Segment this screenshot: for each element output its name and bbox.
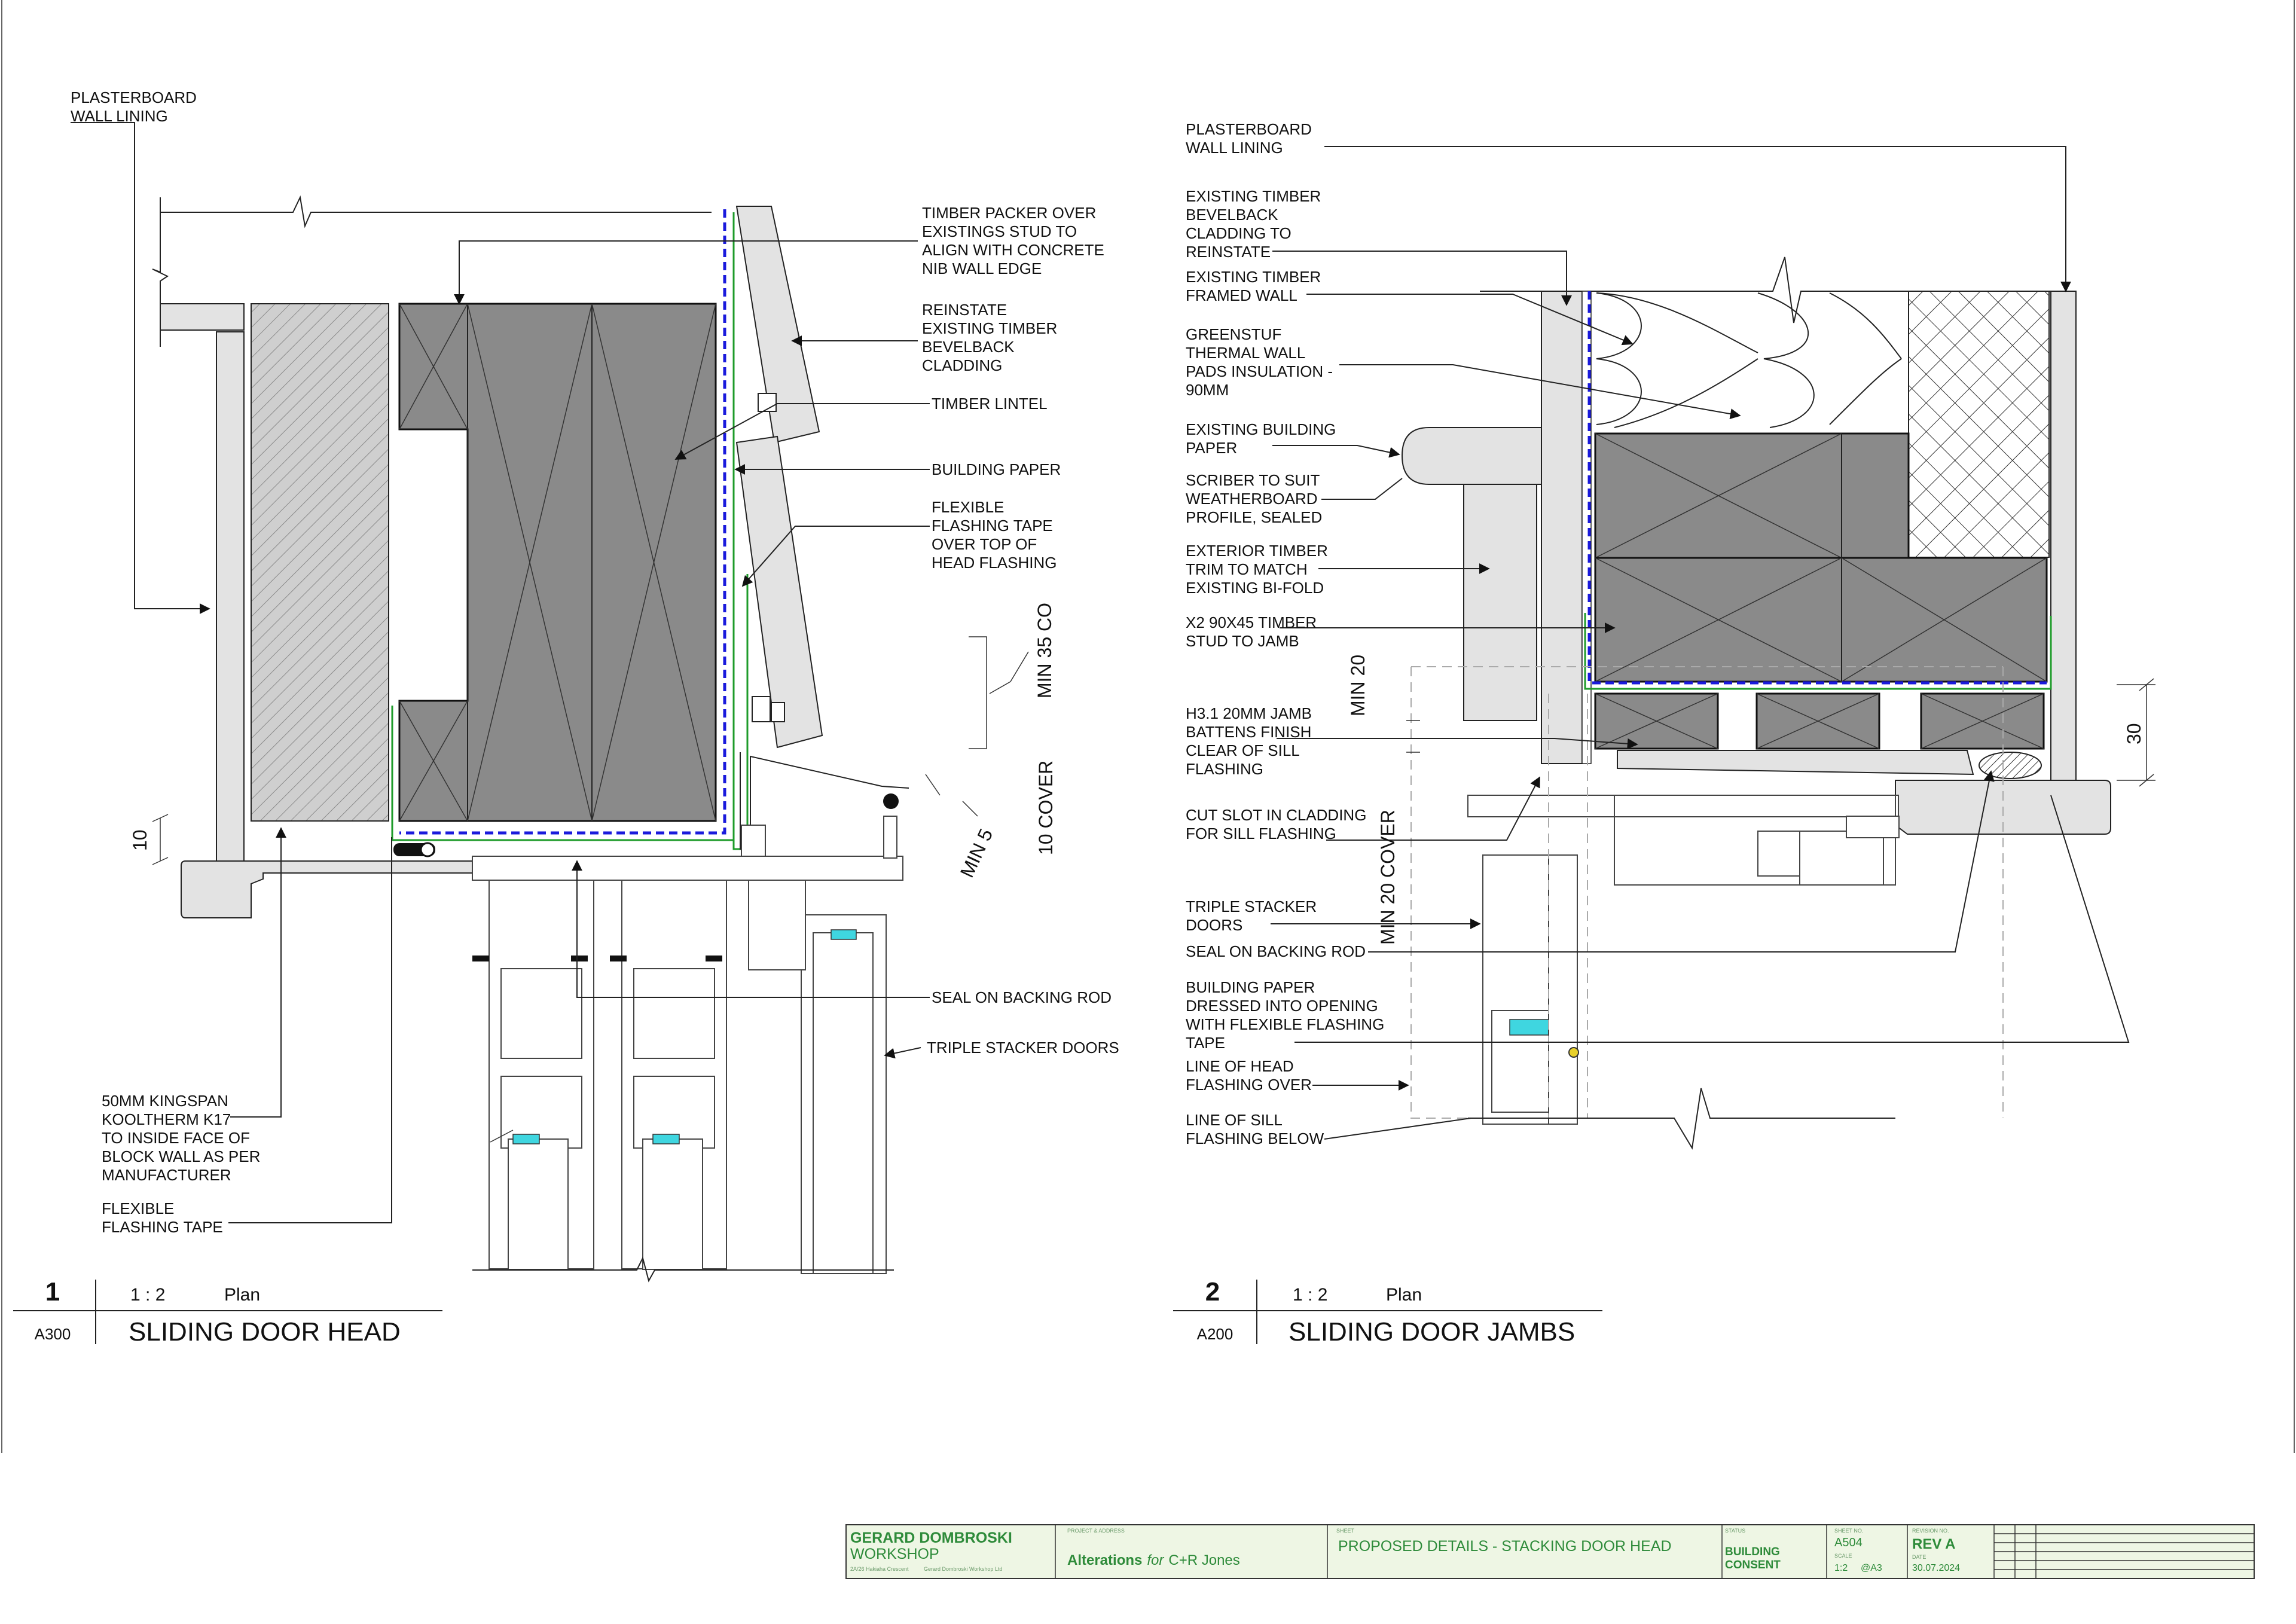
head-track (472, 856, 903, 881)
label-building-paper: BUILDING PAPER (932, 460, 1061, 478)
tb-company-address: 2A/26 Hakiaha Crescent (850, 1566, 909, 1572)
kingspan-insulation (251, 303, 389, 822)
detail-2-view: Plan (1386, 1285, 1422, 1305)
label-timber-lintel: TIMBER LINTEL (932, 395, 1048, 413)
detail-1-sheet-ref: A300 (35, 1325, 71, 1343)
title-block: GERARD DOMBROSKI WORKSHOP 2A/26 Hakiaha … (845, 1524, 2255, 1579)
tb-revision-caption: REVISION NO. (1912, 1528, 1949, 1534)
detail-2-number: 2 (1205, 1277, 1220, 1306)
tb-company: GERARD DOMBROSKI (850, 1530, 1012, 1546)
tb-project-caption: PROJECT & ADDRESS (1067, 1528, 1125, 1534)
hatched-lining (1908, 291, 2050, 558)
label-timber-stud: X2 90X45 TIMBER STUD TO JAMB (1186, 613, 1317, 650)
label-scriber: SCRIBER TO SUIT WEATHERBOARD PROFILE, SEAL… (1186, 471, 1322, 526)
label-cut-slot: CUT SLOT IN CLADDING FOR SILL FLASHING (1186, 806, 1366, 842)
door-panel-3 (748, 880, 887, 1274)
plasterboard-lining-jamb (2050, 291, 2077, 794)
detail-2-title-text: SLIDING DOOR JAMBS (1289, 1317, 1575, 1347)
label-existing-building-paper: EXISTING BUILDING PAPER (1186, 420, 1336, 457)
dim-10: 10 (129, 829, 151, 851)
tb-sheet-no-caption: SHEET NO. (1834, 1528, 1863, 1534)
detail-sliding-door-jambs: PLASTERBOARD WALL LINING EXISTING TIMBER B… (1173, 120, 2155, 1347)
detail-sliding-door-head: PLASTERBOARD WALL LINING TIMBER PACKER OV… (13, 88, 1119, 1347)
label-kingspan: 50MM KINGSPAN KOOLTHERM K17 TO INSIDE FACE… (102, 1092, 260, 1184)
stacker-door-2 (1548, 854, 1578, 1125)
label-exterior-trim: EXTERIOR TIMBER TRIM TO MATCH EXISTING BI-… (1186, 542, 1328, 597)
tb-date: 30.07.2024 (1912, 1563, 1960, 1573)
label-plasterboard-jamb: PLASTERBOARD WALL LINING (1186, 120, 1312, 157)
jamb-battens (1594, 692, 2045, 750)
dim-10-cover: 10 COVER (1035, 761, 1057, 855)
bevelback-board-lower (735, 435, 823, 749)
plasterboard-lining (216, 331, 245, 874)
drawing-sheet: PLASTERBOARD WALL LINING TIMBER PACKER OV… (1, 0, 2295, 1579)
dim-min-35: MIN 35 CO (1034, 603, 1055, 698)
detail-1-number: 1 (45, 1277, 60, 1306)
head-trim (181, 860, 479, 918)
door-panel-2 (621, 880, 727, 1270)
tb-paper: @A3 (1861, 1563, 1882, 1573)
door-panel-1 (488, 880, 594, 1270)
tb-sheet-caption: SHEET (1336, 1528, 1355, 1534)
backing-rod-jamb (1979, 752, 2042, 779)
tb-status: BUILDING CONSENT (1725, 1546, 1781, 1571)
tb-scale-caption: SCALE (1834, 1553, 1852, 1559)
label-seal-backing-rod-jamb: SEAL ON BACKING ROD (1186, 942, 1366, 960)
plasterboard-head (160, 303, 245, 331)
label-flexible-flashing-tape: FLEXIBLE FLASHING TAPE (102, 1199, 223, 1236)
exterior-timber-trim (1463, 481, 1537, 721)
timber-lintel (398, 303, 717, 822)
label-paper-dressed: BUILDING PAPER DRESSED INTO OPENING WITH F… (1186, 978, 1384, 1052)
detail-1-scale: 1 : 2 (130, 1285, 165, 1305)
tb-date-caption: DATE (1912, 1554, 1926, 1560)
dim-min-20: MIN 20 (1347, 655, 1369, 716)
label-reinstate-cladding: REINSTATE EXISTING TIMBER BEVELBACK CLADDIN… (922, 301, 1057, 374)
scriber (1401, 427, 1542, 485)
tb-company-ltd: Gerard Dombroski Workshop Ltd (924, 1566, 1002, 1572)
detail-2-scale: 1 : 2 (1293, 1285, 1327, 1305)
tb-sheet-title: PROPOSED DETAILS - STACKING DOOR HEAD (1338, 1538, 1672, 1555)
line-head-flashing (1410, 667, 1468, 1119)
label-plasterboard: PLASTERBOARD WALL LINING (71, 88, 197, 125)
dim-min-20-cover: MIN 20 COVER (1377, 810, 1399, 945)
label-sill-flashing-line: LINE OF SILL FLASHING BELOW (1186, 1111, 1324, 1147)
detail-1-view: Plan (224, 1285, 260, 1305)
label-timber-packer: TIMBER PACKER OVER EXISTINGS STUD TO ALIGN… (922, 204, 1104, 277)
label-seal-backing-rod: SEAL ON BACKING ROD (932, 988, 1112, 1006)
label-flashing-tape-top: FLEXIBLE FLASHING TAPE OVER TOP OF HEAD FLA… (932, 498, 1057, 572)
tb-project: Alterations for C+R Jones (1067, 1552, 1240, 1568)
tb-company-sub: WORKSHOP (850, 1546, 939, 1562)
detail-2-sheet-ref: A200 (1197, 1325, 1234, 1343)
detail-1-title: 1 1 : 2 Plan A300 SLIDING DOOR HEAD (13, 1277, 442, 1347)
tb-scale: 1:2 (1834, 1563, 1848, 1573)
label-framed-wall: EXISTING TIMBER FRAMED WALL (1186, 268, 1321, 304)
insulation-pads (1596, 292, 1758, 428)
dim-min-5: MIN 5 (956, 825, 997, 881)
label-triple-stacker: TRIPLE STACKER DOORS (927, 1039, 1119, 1057)
detail-1-title-text: SLIDING DOOR HEAD (129, 1317, 401, 1347)
detail-2-title: 2 1 : 2 Plan A200 SLIDING DOOR JAMBS (1173, 1277, 1602, 1347)
label-jamb-battens: H3.1 20MM JAMB BATTENS FINISH CLEAR OF SIL… (1186, 704, 1312, 778)
seal-dot-right (883, 793, 899, 809)
dim-30: 30 (2123, 723, 2145, 744)
label-greenstuf: GREENSTUF THERMAL WALL PADS INSULATION -90… (1186, 325, 1333, 399)
tb-status-caption: STATUS (1725, 1528, 1745, 1534)
label-triple-stacker-jamb: TRIPLE STACKER DOORS (1186, 898, 1317, 934)
label-head-flashing-line: LINE OF HEAD FLASHING OVER (1186, 1057, 1312, 1094)
label-bevelback: EXISTING TIMBER BEVELBACK CLADDING TO REINS… (1186, 187, 1321, 261)
wall-break-line (160, 195, 712, 228)
sill-flashing (1617, 750, 1974, 776)
tb-sheet-no: A504 (1834, 1536, 1863, 1549)
tb-revision: REV A (1912, 1536, 1955, 1552)
existing-timber-framed-wall (1541, 291, 1583, 764)
bevelback-board-upper (735, 206, 820, 444)
jamb-frame (1467, 795, 1899, 817)
